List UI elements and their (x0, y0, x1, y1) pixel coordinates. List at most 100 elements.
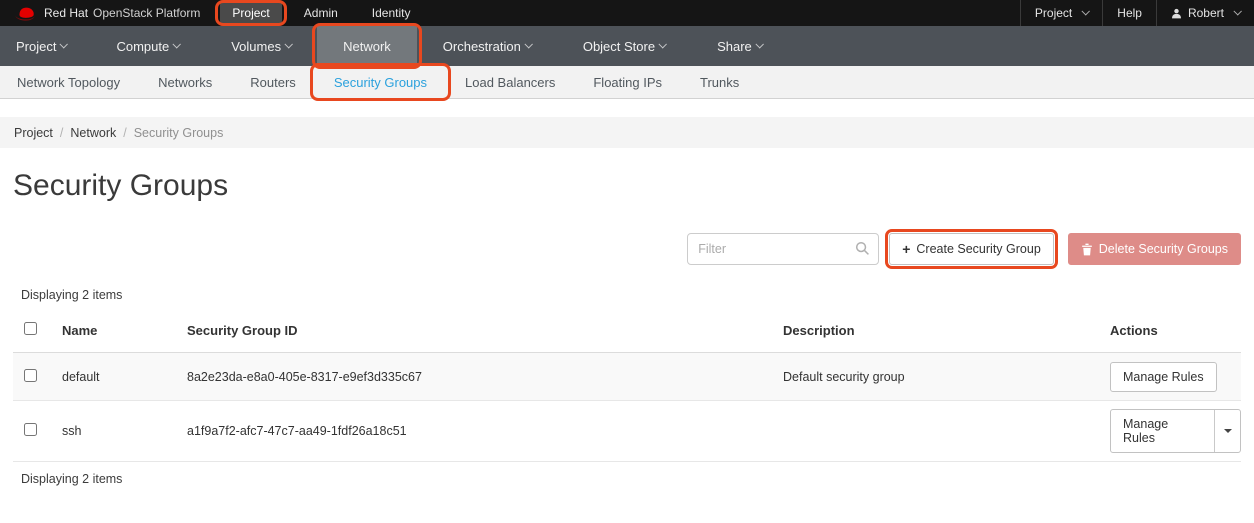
nav-object-store[interactable]: Object Store (557, 26, 691, 66)
nav-share[interactable]: Share (691, 26, 788, 66)
subnav-security-groups-label: Security Groups (333, 74, 428, 90)
project-switcher-label: Project (1034, 6, 1073, 20)
table-toolbar: + Create Security Group Delete Security … (13, 229, 1241, 269)
filter-input[interactable] (687, 233, 880, 265)
subnav-load-balancers-label: Load Balancers (465, 74, 556, 90)
delete-security-groups-label: Delete Security Groups (1098, 242, 1228, 256)
main-content: Security Groups + Create Security Group (0, 164, 1254, 486)
breadcrumb: Project / Network / Security Groups (0, 117, 1254, 148)
project-switcher-dropdown[interactable]: Project (1019, 0, 1102, 26)
nav-network-label: Network (343, 38, 391, 54)
chevron-down-icon (172, 39, 182, 49)
nav-volumes[interactable]: Volumes (205, 26, 317, 66)
select-all-checkbox[interactable] (24, 322, 37, 335)
manage-rules-split-button-ssh: Manage Rules (1110, 409, 1241, 453)
primary-navbar: Project Compute Volumes Network Orchestr… (0, 23, 1254, 69)
subnav-floating-ips[interactable]: Floating IPs (574, 66, 681, 98)
user-menu-dropdown[interactable]: Robert (1155, 0, 1254, 26)
chevron-down-icon (524, 39, 533, 49)
chevron-down-icon (1081, 6, 1091, 16)
subnav-routers-label: Routers (250, 74, 296, 90)
page-title: Security Groups (13, 169, 229, 202)
masthead-right: Project Help Robert (1019, 0, 1254, 26)
breadcrumb-network[interactable]: Network (70, 126, 116, 140)
user-icon (1171, 8, 1182, 19)
top-tab-admin[interactable]: Admin (292, 3, 350, 23)
nav-orchestration[interactable]: Orchestration (417, 26, 557, 66)
items-count-bottom: Displaying 2 items (21, 472, 123, 486)
create-security-group-label: Create Security Group (916, 242, 1041, 256)
top-tab-identity-label: Identity (371, 6, 411, 20)
spacer (0, 99, 1254, 117)
plus-icon: + (902, 241, 911, 257)
caret-down-icon (1223, 429, 1232, 433)
breadcrumb-current: Security Groups (133, 125, 224, 140)
items-count-top: Displaying 2 items (21, 288, 123, 302)
cell-id: 8a2e23da-e8a0-405e-8317-e9ef3d335c67 (187, 369, 422, 384)
top-tab-admin-label: Admin (303, 6, 338, 20)
subnav-network-topology[interactable]: Network Topology (0, 66, 139, 98)
cell-description (783, 401, 1110, 462)
brand-link[interactable]: Red Hat OpenStack Platform (0, 0, 210, 26)
breadcrumb-separator: / (123, 125, 127, 140)
nav-share-label: Share (717, 38, 752, 54)
subnav-routers[interactable]: Routers (231, 66, 315, 98)
table-row: ssh a1f9a7f2-afc7-47c7-aa49-1fdf26a18c51… (13, 401, 1241, 462)
delete-security-groups-button[interactable]: Delete Security Groups (1067, 233, 1241, 265)
create-security-group-button[interactable]: + Create Security Group (885, 229, 1058, 269)
manage-rules-label: Manage Rules (1123, 369, 1204, 384)
cell-description: Default security group (783, 369, 905, 384)
chevron-down-icon (59, 39, 69, 49)
table-header-row: Name Security Group ID Description Actio… (13, 310, 1241, 353)
breadcrumb-project[interactable]: Project (14, 126, 53, 140)
row-checkbox-default[interactable] (24, 368, 37, 382)
security-groups-table: Name Security Group ID Description Actio… (13, 310, 1241, 462)
nav-orchestration-label: Orchestration (442, 38, 521, 54)
chevron-down-icon (658, 39, 668, 49)
chevron-down-icon (284, 39, 294, 49)
user-name-label: Robert (1187, 6, 1224, 20)
cell-name: ssh (62, 424, 82, 438)
help-label: Help (1117, 6, 1142, 20)
table-row: default 8a2e23da-e8a0-405e-8317-e9ef3d33… (13, 352, 1241, 401)
subnav-floating-ips-label: Floating IPs (593, 74, 663, 90)
nav-compute-label: Compute (116, 38, 170, 54)
masthead: Red Hat OpenStack Platform Project Admin… (0, 0, 1254, 26)
chevron-down-icon (755, 39, 764, 49)
masthead-tabs: Project Admin Identity (215, 0, 423, 26)
subnav-network-topology-label: Network Topology (17, 74, 121, 90)
column-header-actions: Actions (1110, 310, 1241, 353)
redhat-logo-icon (13, 6, 37, 21)
column-header-name: Name (62, 310, 187, 353)
nav-project[interactable]: Project (0, 26, 90, 66)
manage-rules-button-default[interactable]: Manage Rules (1110, 361, 1217, 392)
cell-name: default (62, 369, 100, 384)
column-header-id: Security Group ID (187, 310, 783, 353)
manage-rules-button-ssh[interactable]: Manage Rules (1111, 410, 1214, 452)
cell-id: a1f9a7f2-afc7-47c7-aa49-1fdf26a18c51 (187, 424, 407, 438)
row-checkbox-ssh[interactable] (24, 423, 37, 436)
subnav-trunks-label: Trunks (700, 74, 740, 90)
subnav-load-balancers[interactable]: Load Balancers (446, 66, 574, 98)
row-actions-dropdown-toggle[interactable] (1214, 410, 1240, 452)
nav-object-store-label: Object Store (582, 38, 656, 54)
nav-compute[interactable]: Compute (90, 26, 205, 66)
filter-wrap (687, 233, 880, 265)
nav-network[interactable]: Network (312, 23, 422, 69)
subnav-networks[interactable]: Networks (139, 66, 231, 98)
brand-bold: Red Hat (44, 6, 89, 20)
trash-icon (1081, 243, 1093, 256)
brand-rest: OpenStack Platform (93, 6, 201, 20)
subnav-trunks[interactable]: Trunks (681, 66, 758, 98)
openstack-dashboard: Red Hat OpenStack Platform Project Admin… (0, 0, 1254, 523)
help-link[interactable]: Help (1102, 0, 1156, 26)
breadcrumb-separator: / (59, 125, 64, 140)
chevron-down-icon (1233, 6, 1242, 16)
subnav-security-groups[interactable]: Security Groups (309, 63, 452, 101)
top-tab-identity[interactable]: Identity (360, 3, 423, 23)
top-tab-project[interactable]: Project (215, 0, 288, 26)
network-subnav: Network Topology Networks Routers Securi… (0, 63, 1254, 101)
nav-project-label: Project (16, 38, 57, 54)
top-tab-project-label: Project (232, 6, 270, 20)
nav-volumes-label: Volumes (231, 38, 282, 54)
